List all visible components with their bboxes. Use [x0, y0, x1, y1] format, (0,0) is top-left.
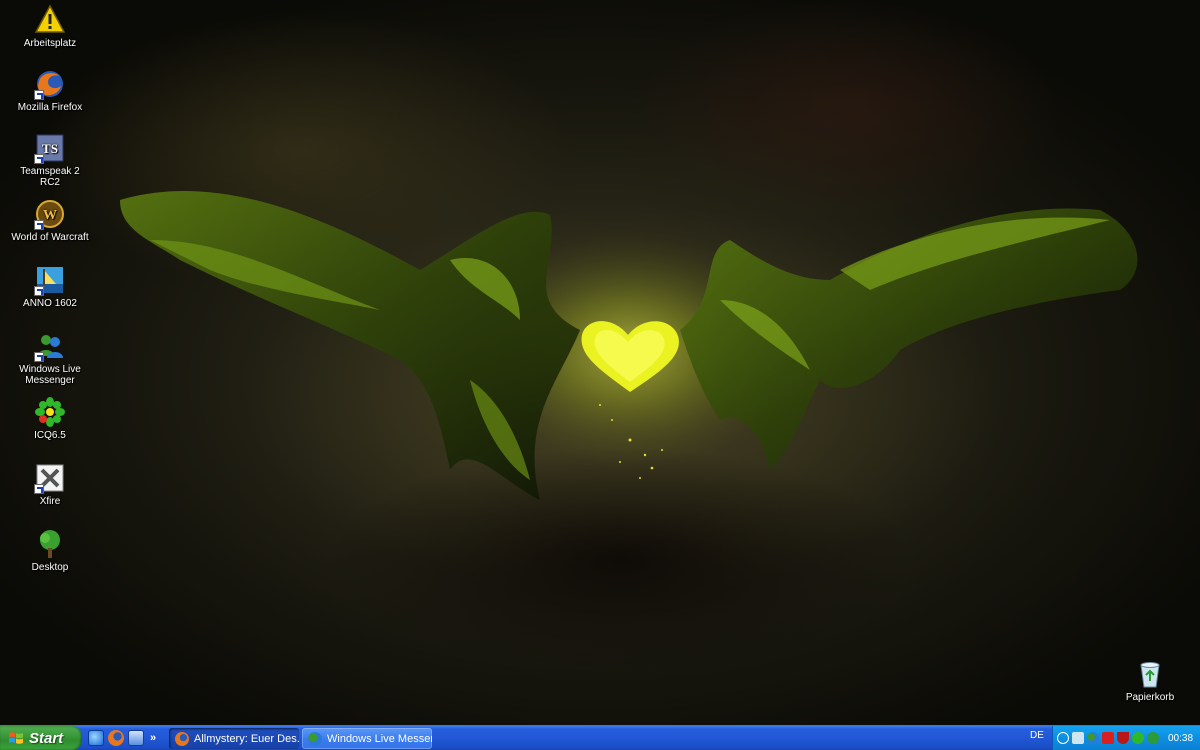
- taskbar-button-label: Windows Live Messen...: [327, 732, 432, 745]
- ie-icon[interactable]: [88, 730, 104, 746]
- shield-icon[interactable]: [1117, 732, 1129, 744]
- taskbar-button-allmystery[interactable]: Allmystery: Euer Des...: [169, 728, 299, 749]
- messenger-icon[interactable]: [1087, 732, 1099, 744]
- icq-flower-icon: [34, 396, 66, 428]
- language-indicator[interactable]: DE: [1030, 730, 1050, 741]
- desktop-icon-arbeitsplatz[interactable]: Arbeitsplatz: [10, 4, 90, 49]
- messenger-icon: [308, 731, 322, 746]
- desktop-icon-label: ICQ6.5: [34, 430, 66, 441]
- tray-expand-icon[interactable]: [1057, 732, 1069, 744]
- desktop-icon-label: Mozilla Firefox: [17, 102, 83, 113]
- wallpaper-art: [120, 190, 1138, 500]
- anno-icon: [34, 264, 66, 296]
- shortcut-arrow-icon: [34, 220, 44, 230]
- shortcut-arrow-icon: [34, 154, 44, 164]
- desktop-icon-label: World of Warcraft: [11, 232, 89, 243]
- desktop-icon-label: Teamspeak 2 RC2: [20, 166, 80, 188]
- desktop-icon-anno-1602[interactable]: ANNO 1602: [10, 264, 90, 309]
- desktop-icon-label: Desktop: [31, 562, 69, 573]
- firefox-icon: [34, 68, 66, 100]
- warning-icon: [34, 4, 66, 36]
- shortcut-arrow-icon: [34, 286, 44, 296]
- desktop-icon-icq[interactable]: ICQ6.5: [10, 396, 90, 441]
- desktop-icon-label: ANNO 1602: [23, 298, 77, 309]
- messenger-icon: [34, 330, 66, 362]
- shortcut-arrow-icon: [34, 484, 44, 494]
- desktop-icon-windows-live-messenger[interactable]: Windows Live Messenger: [10, 330, 90, 386]
- clock[interactable]: 00:38: [1168, 733, 1193, 744]
- status-icon[interactable]: [1147, 732, 1159, 744]
- warcraft-icon: W: [34, 198, 66, 230]
- quick-launch-bar: »: [88, 729, 156, 747]
- svg-text:W: W: [43, 208, 57, 223]
- xfire-icon: [34, 462, 66, 494]
- shortcut-arrow-icon: [34, 90, 44, 100]
- tree-icon: [34, 528, 66, 560]
- desktop-icon-label: Papierkorb: [1125, 692, 1175, 703]
- desktop-icon-desktop[interactable]: Desktop: [10, 528, 90, 573]
- recycle-bin-icon: [1134, 658, 1166, 690]
- svg-text:TS: TS: [42, 141, 58, 156]
- quick-launch-more-chevron[interactable]: »: [150, 733, 156, 744]
- desktop-icon-label: Arbeitsplatz: [23, 38, 77, 49]
- firefox-icon: [175, 731, 189, 746]
- desktop-icon-label: Xfire: [39, 496, 61, 507]
- windows-flag-icon: [9, 732, 23, 744]
- desktop-icon-world-of-warcraft[interactable]: W World of Warcraft: [10, 198, 90, 243]
- shortcut-arrow-icon: [34, 352, 44, 362]
- taskbar: Start » Allmystery: Euer Des... Windows …: [0, 725, 1200, 750]
- start-button[interactable]: Start: [0, 726, 82, 750]
- antivirus-icon[interactable]: [1102, 732, 1114, 744]
- desktop-icon-teamspeak[interactable]: TS Teamspeak 2 RC2: [10, 132, 90, 188]
- desktop-icon-firefox[interactable]: Mozilla Firefox: [10, 68, 90, 113]
- start-label: Start: [29, 729, 64, 747]
- firefox-icon[interactable]: [108, 730, 124, 746]
- explorer-icon[interactable]: [128, 730, 144, 746]
- desktop-background[interactable]: Arbeitsplatz Mozilla Firefox TS Teamspea…: [0, 0, 1200, 725]
- desktop-icon-xfire[interactable]: Xfire: [10, 462, 90, 507]
- system-tray: 00:38: [1052, 726, 1200, 750]
- icq-flower-icon[interactable]: [1132, 732, 1144, 744]
- teamspeak-icon: TS: [34, 132, 66, 164]
- desktop-icon-label: Windows Live Messenger: [19, 364, 81, 386]
- network-icon[interactable]: [1072, 732, 1084, 744]
- taskbar-button-windows-live-messenger[interactable]: Windows Live Messen...: [302, 728, 432, 749]
- taskbar-button-label: Allmystery: Euer Des...: [194, 732, 299, 745]
- desktop-icon-papierkorb[interactable]: Papierkorb: [1110, 658, 1190, 703]
